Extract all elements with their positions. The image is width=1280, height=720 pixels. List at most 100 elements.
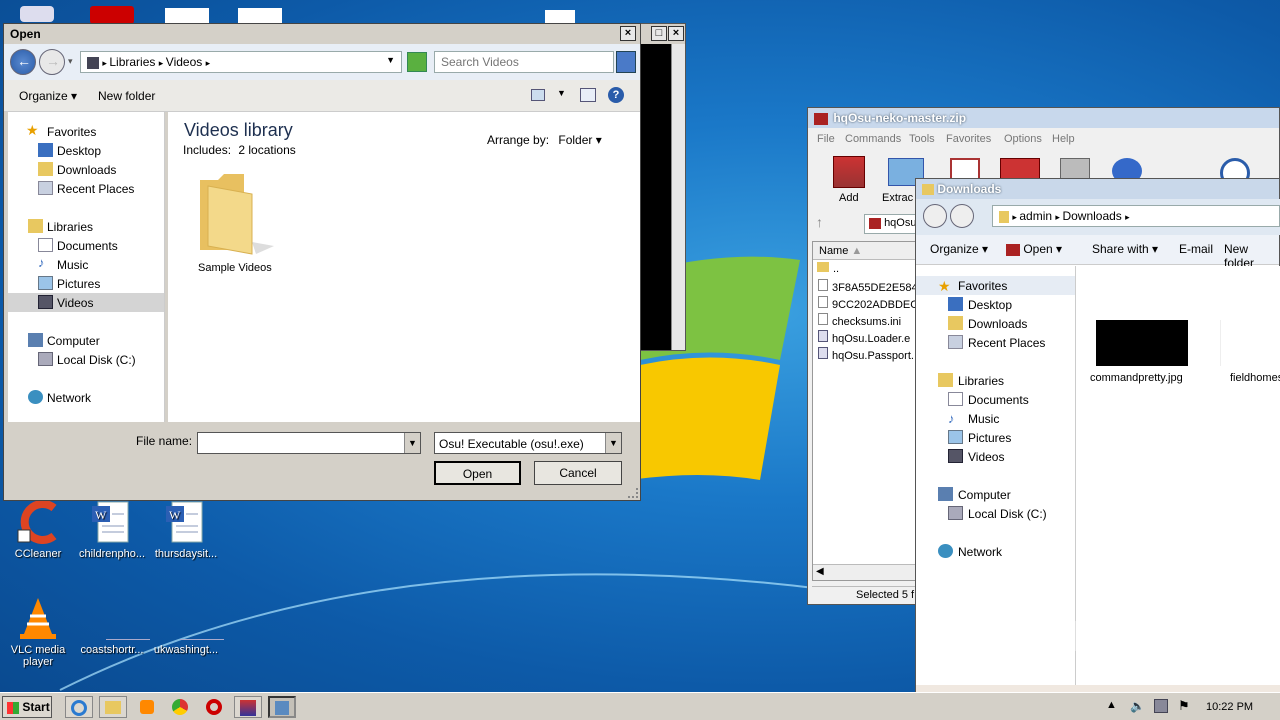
desktop-icon-vlc[interactable]: VLC media player bbox=[0, 596, 76, 668]
nav-downloads[interactable]: Downloads bbox=[916, 314, 1075, 333]
forward-icon[interactable] bbox=[950, 204, 974, 228]
breadcrumb-downloads[interactable]: Downloads bbox=[1062, 209, 1121, 223]
nav-music[interactable]: ♪ Music bbox=[916, 409, 1075, 428]
nav-videos[interactable]: Videos bbox=[8, 293, 164, 312]
refresh-icon[interactable] bbox=[407, 52, 427, 72]
arrange-dropdown[interactable]: Folder ▾ bbox=[558, 133, 601, 147]
close-icon[interactable]: × bbox=[668, 26, 684, 41]
nav-downloads[interactable]: Downloads bbox=[8, 160, 164, 179]
nav-pictures[interactable]: Pictures bbox=[916, 428, 1075, 447]
resize-grip-icon[interactable] bbox=[628, 488, 638, 498]
desktop-icon-ukwashingt[interactable]: ukwashingt... bbox=[148, 596, 224, 656]
taskbar-media-player-icon[interactable] bbox=[133, 696, 161, 718]
nav-network[interactable]: Network bbox=[916, 542, 1075, 561]
open-button[interactable]: Open bbox=[434, 461, 521, 485]
console-window[interactable]: □ × bbox=[640, 23, 686, 351]
menu-options[interactable]: Options bbox=[1004, 133, 1042, 145]
scrollbar[interactable] bbox=[671, 44, 685, 350]
nav-desktop[interactable]: Desktop bbox=[916, 295, 1075, 314]
menu-commands[interactable]: Commands bbox=[845, 133, 901, 145]
open-button[interactable]: Open ▾ bbox=[1006, 242, 1062, 256]
nav-documents[interactable]: Documents bbox=[916, 390, 1075, 409]
nav-music[interactable]: ♪ Music bbox=[8, 255, 164, 274]
app-shortcut-icon[interactable] bbox=[90, 6, 134, 24]
history-dropdown-icon[interactable]: ▾ bbox=[68, 56, 73, 67]
scroll-left-icon[interactable]: ◀ bbox=[816, 566, 824, 577]
view-dropdown-icon[interactable]: ▼ bbox=[557, 88, 566, 98]
back-icon[interactable]: ← bbox=[10, 49, 36, 75]
file-type-select[interactable]: Osu! Executable (osu!.exe) ▼ bbox=[434, 432, 622, 454]
nav-computer[interactable]: Computer bbox=[8, 331, 164, 350]
share-with-button[interactable]: Share with ▾ bbox=[1092, 242, 1158, 256]
includes-locations-link[interactable]: 2 locations bbox=[238, 143, 295, 157]
search-icon[interactable] bbox=[616, 51, 636, 73]
nav-desktop[interactable]: Desktop bbox=[8, 141, 164, 160]
image-thumbnail[interactable] bbox=[1220, 320, 1280, 366]
breadcrumb-videos[interactable]: Videos bbox=[166, 55, 202, 69]
close-icon[interactable]: × bbox=[620, 26, 636, 41]
taskbar-explorer-icon[interactable] bbox=[99, 696, 127, 718]
preview-pane-icon[interactable] bbox=[580, 88, 596, 102]
recycle-bin-icon[interactable] bbox=[20, 6, 54, 22]
menu-help[interactable]: Help bbox=[1052, 133, 1075, 145]
maximize-icon[interactable]: □ bbox=[651, 26, 667, 41]
address-bar[interactable]: ▸ Libraries ▸ Videos ▸ ▼ bbox=[80, 51, 402, 73]
forward-icon[interactable]: → bbox=[39, 49, 65, 75]
desktop-icon-coastshort[interactable]: coastshortr... bbox=[74, 596, 150, 656]
menu-tools[interactable]: Tools bbox=[909, 133, 935, 145]
breadcrumb-libraries[interactable]: Libraries bbox=[109, 55, 155, 69]
file-name-fieldhomes[interactable]: fieldhomes bbox=[1230, 372, 1280, 384]
organize-button[interactable]: Organize ▾ bbox=[930, 242, 988, 256]
chevron-down-icon[interactable]: ▼ bbox=[386, 55, 395, 65]
back-icon[interactable] bbox=[923, 204, 947, 228]
menu-favorites[interactable]: Favorites bbox=[946, 133, 991, 145]
taskbar-active-app-icon[interactable] bbox=[268, 696, 296, 718]
taskbar-winrar-icon[interactable] bbox=[234, 696, 262, 718]
list-item[interactable]: 9CC202ADBDEC bbox=[813, 296, 915, 313]
taskbar-opera-icon[interactable] bbox=[200, 696, 228, 718]
list-item[interactable]: 3F8A55DE2E584 bbox=[813, 279, 915, 296]
address-bar[interactable]: ▸ admin ▸ Downloads ▸ bbox=[992, 205, 1280, 227]
add-archive-icon[interactable] bbox=[833, 156, 865, 188]
clock[interactable]: 10:22 PM bbox=[1206, 701, 1253, 713]
cancel-button[interactable]: Cancel bbox=[534, 461, 622, 485]
start-button[interactable]: Start bbox=[2, 696, 52, 718]
nav-documents[interactable]: Documents bbox=[8, 236, 164, 255]
column-header-name[interactable]: Name ▲ bbox=[813, 242, 915, 260]
nav-libraries[interactable]: Libraries bbox=[916, 371, 1075, 390]
organize-button[interactable]: Organize ▾ bbox=[19, 89, 77, 103]
open-dialog[interactable]: Open × ← → ▾ ▸ Libraries ▸ Videos ▸ ▼ Or… bbox=[3, 23, 641, 501]
chevron-down-icon[interactable]: ▼ bbox=[605, 433, 621, 453]
search-input[interactable] bbox=[434, 51, 614, 73]
taskbar-ie-icon[interactable] bbox=[65, 696, 93, 718]
list-item[interactable]: hqOsu.Loader.e bbox=[813, 330, 915, 347]
nav-pictures[interactable]: Pictures bbox=[8, 274, 164, 293]
breadcrumb-admin[interactable]: admin bbox=[1019, 209, 1052, 223]
nav-favorites[interactable]: ★ Favorites bbox=[8, 122, 164, 141]
image-thumbnail[interactable] bbox=[1096, 320, 1188, 366]
folder-sample-videos[interactable]: Sample Videos bbox=[194, 172, 274, 274]
tray-expand-icon[interactable]: ▲ bbox=[1106, 699, 1117, 711]
nav-favorites[interactable]: ★ Favorites bbox=[916, 276, 1075, 295]
nav-recent-places[interactable]: Recent Places bbox=[8, 179, 164, 198]
nav-local-disk[interactable]: Local Disk (C:) bbox=[916, 504, 1075, 523]
file-list[interactable]: Name ▲ .. 3F8A55DE2E584 9CC202ADBDEC che… bbox=[812, 241, 916, 581]
menu-file[interactable]: File bbox=[817, 133, 835, 145]
horizontal-scrollbar[interactable]: ◀ bbox=[813, 564, 915, 580]
nav-videos[interactable]: Videos bbox=[916, 447, 1075, 466]
nav-computer[interactable]: Computer bbox=[916, 485, 1075, 504]
list-item[interactable]: .. bbox=[813, 262, 915, 279]
nav-recent-places[interactable]: Recent Places bbox=[916, 333, 1075, 352]
file-name-input[interactable]: ▼ bbox=[197, 432, 421, 454]
taskbar-chrome-icon[interactable] bbox=[166, 696, 194, 718]
volume-icon[interactable]: 🔈 bbox=[1130, 699, 1145, 713]
help-icon[interactable]: ? bbox=[608, 87, 624, 103]
email-button[interactable]: E-mail bbox=[1179, 242, 1213, 256]
action-center-flag-icon[interactable]: ⚑ bbox=[1178, 698, 1190, 714]
file-name-commandpretty[interactable]: commandpretty.jpg bbox=[1090, 372, 1183, 384]
nav-libraries[interactable]: Libraries bbox=[8, 217, 164, 236]
chevron-down-icon[interactable]: ▼ bbox=[404, 433, 420, 453]
desktop-icon-childrenpho[interactable]: W childrenpho... bbox=[74, 500, 150, 560]
nav-local-disk[interactable]: Local Disk (C:) bbox=[8, 350, 164, 369]
list-item[interactable]: checksums.ini bbox=[813, 313, 915, 330]
